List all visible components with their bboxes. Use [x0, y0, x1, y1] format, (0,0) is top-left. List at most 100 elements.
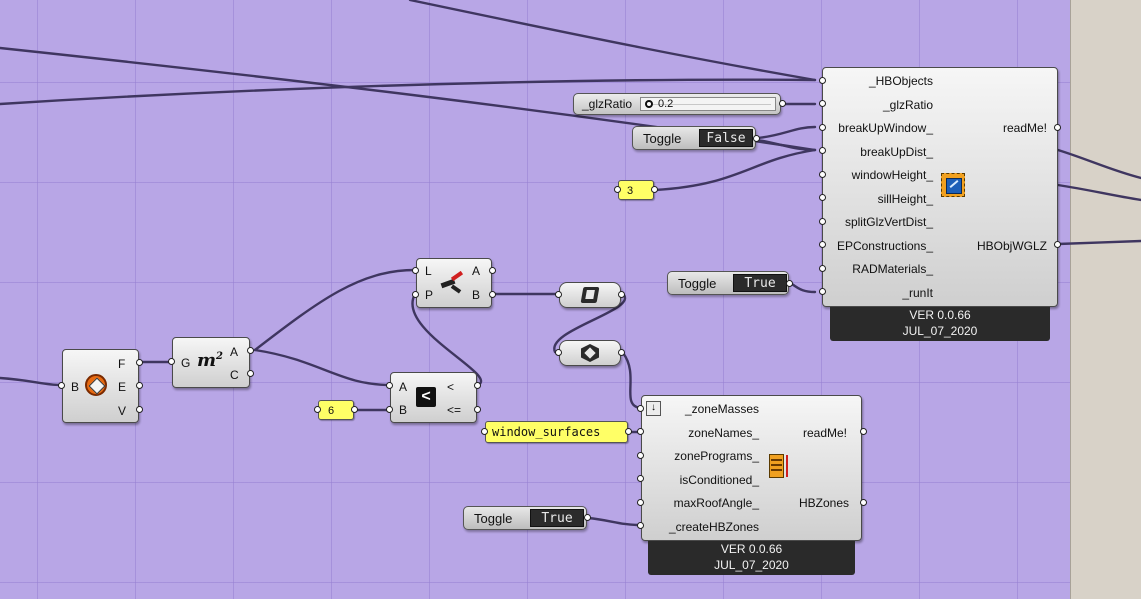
grip[interactable] — [1054, 241, 1061, 248]
grip[interactable] — [637, 475, 644, 482]
output-c[interactable]: C — [230, 368, 239, 382]
output-a[interactable]: A — [472, 264, 480, 278]
input-zoneprograms[interactable]: zonePrograms_ — [674, 449, 759, 463]
grip[interactable] — [351, 406, 358, 413]
grip[interactable] — [819, 124, 826, 131]
toggle-value[interactable]: True — [530, 509, 584, 527]
grip[interactable] — [819, 218, 826, 225]
grip[interactable] — [637, 452, 644, 459]
grip[interactable] — [386, 382, 393, 389]
grip[interactable] — [779, 100, 786, 107]
input-l[interactable]: L — [425, 264, 432, 278]
grip[interactable] — [860, 499, 867, 506]
input-a[interactable]: A — [399, 380, 407, 394]
grip[interactable] — [489, 291, 496, 298]
panel-window-surfaces[interactable]: window_surfaces — [485, 421, 628, 443]
output-hbzones[interactable]: HBZones — [799, 496, 849, 510]
output-lt[interactable]: < — [447, 380, 454, 394]
dispatch-component[interactable]: L P A B — [416, 258, 492, 308]
grip[interactable] — [819, 241, 826, 248]
panel-six[interactable]: 6 — [318, 400, 354, 420]
output-le[interactable]: <= — [447, 403, 461, 417]
panel-window-height[interactable]: 3 — [618, 180, 654, 200]
grip[interactable] — [860, 428, 867, 435]
masses-to-zones-component[interactable]: ↓ _zoneMasses zoneNames_ zonePrograms_ i… — [641, 395, 862, 541]
input-epconstructions[interactable]: EPConstructions_ — [837, 239, 933, 253]
grip[interactable] — [481, 428, 488, 435]
input-breakupwindow[interactable]: breakUpWindow_ — [838, 121, 933, 135]
glazing-component[interactable]: _HBObjects _glzRatio breakUpWindow_ brea… — [822, 67, 1058, 307]
grip[interactable] — [618, 291, 625, 298]
output-b[interactable]: B — [472, 288, 480, 302]
toggle-run-it[interactable]: Toggle True — [667, 271, 789, 295]
grip[interactable] — [819, 171, 826, 178]
grip[interactable] — [555, 349, 562, 356]
input-isconditioned[interactable]: isConditioned_ — [680, 473, 759, 487]
grip[interactable] — [637, 428, 644, 435]
grip[interactable] — [618, 349, 625, 356]
input-b[interactable]: B — [399, 403, 407, 417]
brep-param-node[interactable] — [559, 340, 621, 366]
grip[interactable] — [819, 147, 826, 154]
grip[interactable] — [247, 370, 254, 377]
grip[interactable] — [136, 382, 143, 389]
grip[interactable] — [489, 267, 496, 274]
input-createhbzones[interactable]: _createHBZones — [669, 520, 759, 534]
input-zonenames[interactable]: zoneNames_ — [688, 426, 759, 440]
grip[interactable] — [625, 428, 632, 435]
input-glzratio[interactable]: _glzRatio — [883, 98, 933, 112]
slider-knob[interactable] — [645, 100, 653, 108]
grip[interactable] — [1054, 124, 1061, 131]
input-splitglzvertdist[interactable]: splitGlzVertDist_ — [845, 215, 933, 229]
grip[interactable] — [136, 406, 143, 413]
grip[interactable] — [786, 280, 793, 287]
slider-track[interactable]: 0.2 — [640, 97, 776, 111]
grip[interactable] — [637, 522, 644, 529]
grip[interactable] — [819, 194, 826, 201]
grip[interactable] — [614, 186, 621, 193]
input-sillheight[interactable]: sillHeight_ — [878, 192, 933, 206]
output-hbobjwglz[interactable]: HBObjWGLZ — [977, 239, 1047, 253]
input-zonemasses[interactable]: _zoneMasses — [685, 402, 759, 416]
input-runit[interactable]: _runIt — [902, 286, 933, 300]
output-f[interactable]: F — [118, 357, 125, 371]
output-a[interactable]: A — [230, 345, 238, 359]
smaller-than-component[interactable]: A B < <= < — [390, 372, 477, 423]
output-v[interactable]: V — [118, 404, 126, 418]
grip[interactable] — [555, 291, 562, 298]
collapse-arrow-icon[interactable]: ↓ — [646, 401, 661, 416]
grip[interactable] — [412, 291, 419, 298]
input-windowheight[interactable]: windowHeight_ — [852, 168, 933, 182]
toggle-create-zones[interactable]: Toggle True — [463, 506, 587, 530]
input-g[interactable]: G — [181, 356, 190, 370]
grip[interactable] — [412, 267, 419, 274]
grip[interactable] — [247, 347, 254, 354]
area-component[interactable]: G A C m2 — [172, 337, 250, 388]
grip[interactable] — [637, 405, 644, 412]
grip[interactable] — [651, 186, 658, 193]
grip[interactable] — [314, 406, 321, 413]
input-maxroofangle[interactable]: maxRoofAngle_ — [674, 496, 759, 510]
grip[interactable] — [819, 100, 826, 107]
grip[interactable] — [386, 406, 393, 413]
input-p[interactable]: P — [425, 288, 433, 302]
grip[interactable] — [168, 358, 175, 365]
input-breakupdist[interactable]: breakUpDist_ — [860, 145, 933, 159]
grip[interactable] — [637, 499, 644, 506]
toggle-value[interactable]: False — [699, 129, 753, 147]
grip[interactable] — [584, 514, 591, 521]
grip[interactable] — [819, 288, 826, 295]
surface-param-node[interactable] — [559, 282, 621, 308]
deconstruct-brep-component[interactable]: B F E V — [62, 349, 139, 423]
grip[interactable] — [753, 135, 760, 142]
grip[interactable] — [474, 406, 481, 413]
glz-ratio-slider[interactable]: _glzRatio 0.2 — [573, 93, 781, 115]
input-hbobjects[interactable]: _HBObjects — [869, 74, 933, 88]
toggle-value[interactable]: True — [733, 274, 787, 292]
output-readme[interactable]: readMe! — [803, 426, 847, 440]
grip[interactable] — [819, 77, 826, 84]
grip[interactable] — [58, 382, 65, 389]
input-b[interactable]: B — [71, 380, 79, 394]
input-radmaterials[interactable]: RADMaterials_ — [852, 262, 933, 276]
grip[interactable] — [819, 265, 826, 272]
